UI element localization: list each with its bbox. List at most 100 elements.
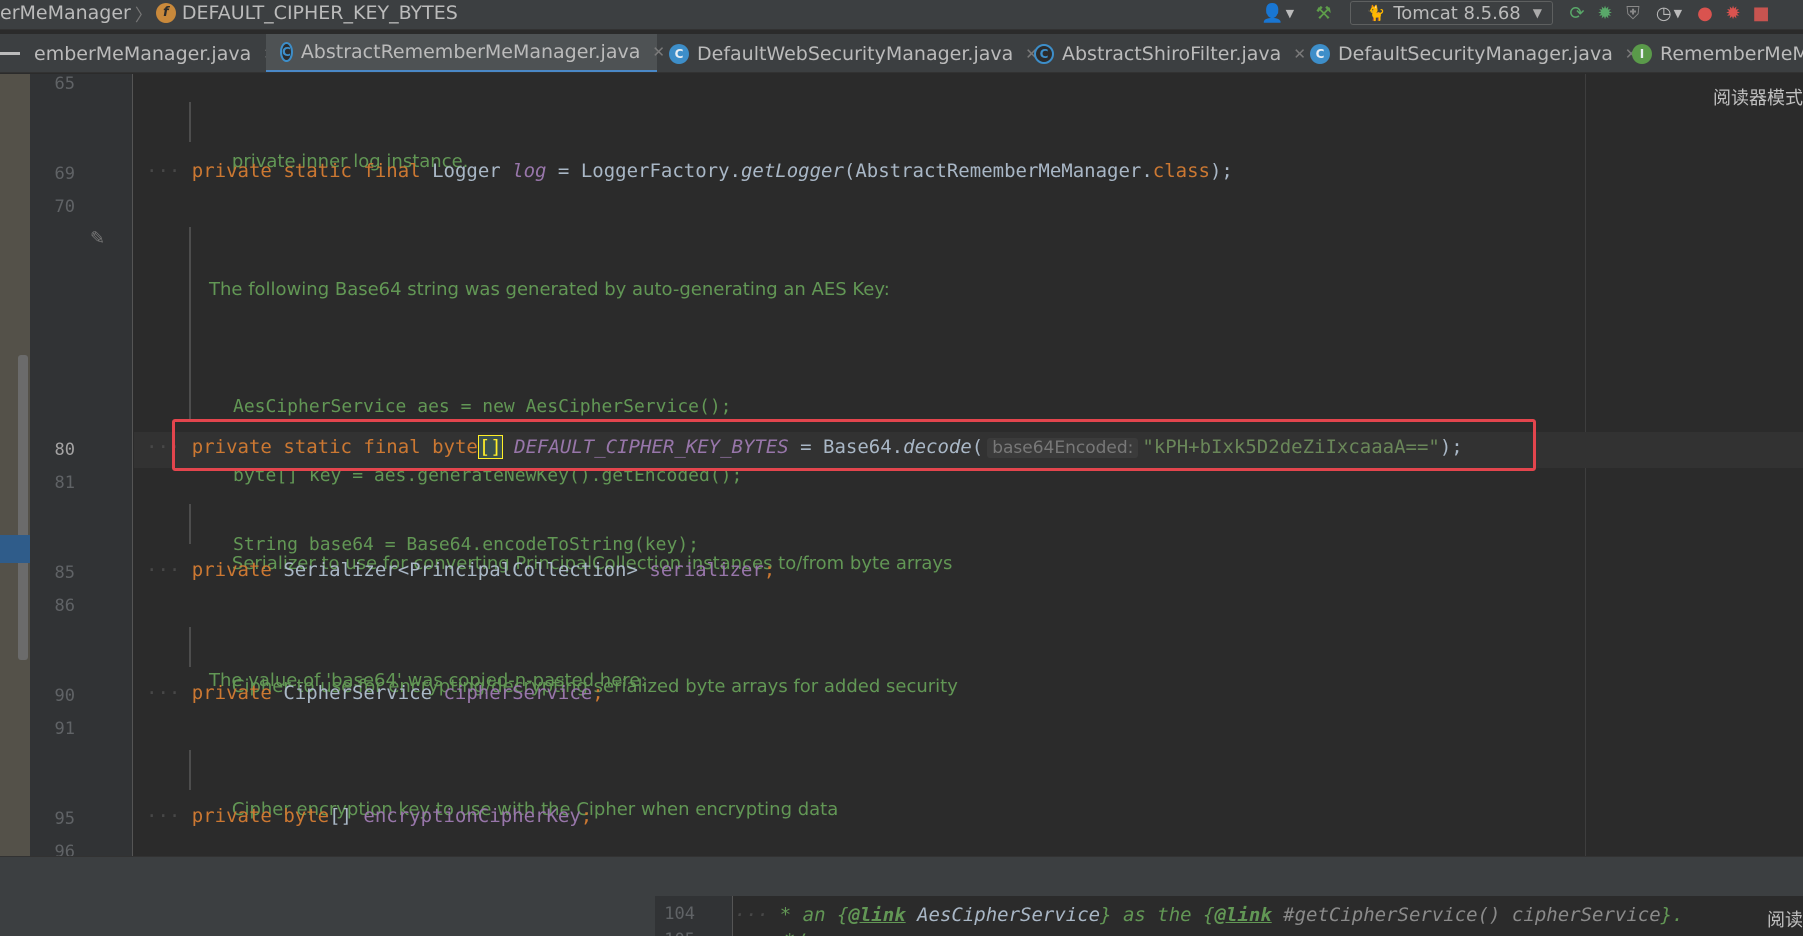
punctuation: [] — [329, 805, 352, 827]
breadcrumb: erMeManager 〉 f DEFAULT_CIPHER_KEY_BYTES — [0, 0, 458, 26]
edit-doc-icon[interactable]: ✎ — [90, 228, 105, 249]
code-line: ··· * an {@link AesCipherService} as the… — [734, 904, 1684, 926]
method-call: getLogger — [740, 160, 844, 182]
tab-default-security-manager[interactable]: C DefaultSecurityManager.java ✕ — [1296, 34, 1637, 72]
javadoc-tag: @link — [1214, 904, 1272, 926]
field-name: serializer — [649, 559, 764, 581]
code-line[interactable]: ··· private byte[] encryptionCipherKey; — [146, 805, 592, 827]
active-marker — [0, 535, 30, 563]
javadoc-ref: #getCipherService() cipherService — [1283, 904, 1661, 926]
keyword: byte — [283, 805, 330, 827]
bottom-panel-left — [0, 896, 655, 936]
line-number: 85 — [54, 563, 75, 583]
line-number: 65 — [54, 74, 75, 94]
keyword: final — [363, 160, 421, 182]
punctuation: ; — [580, 805, 593, 827]
punctuation: ; — [763, 559, 776, 581]
keyword: class — [1152, 160, 1210, 182]
type-name: Logger — [432, 160, 501, 182]
tab-label: DefaultWebSecurityManager.java — [697, 42, 1014, 65]
doc-text: * an { — [779, 904, 849, 926]
rerun-icon[interactable]: ⟳ — [1563, 0, 1591, 26]
code-editor[interactable]: 阅读器模式 private inner log instance. ··· pr… — [134, 74, 1803, 856]
line-number: 69 — [54, 164, 75, 184]
line-number: 86 — [54, 596, 75, 616]
class-icon: C — [1310, 43, 1330, 64]
tab-abstract-remember-me-manager[interactable]: C AbstractRememberMeManager.java ✕ — [266, 34, 665, 72]
abstract-class-icon: C — [280, 42, 293, 62]
line-number: 90 — [54, 686, 75, 706]
breadcrumb-field[interactable]: DEFAULT_CIPHER_KEY_BYTES — [182, 2, 458, 24]
tab-label: DefaultSecurityManager.java — [1338, 42, 1613, 65]
debug-icon[interactable]: ✹ — [1591, 0, 1619, 26]
keyword: private — [191, 682, 272, 704]
tab-remember-me-manager-interface[interactable]: I RememberMeM — [1618, 34, 1803, 72]
operator: = — [546, 160, 581, 182]
stop-icon[interactable]: ■ — [1747, 0, 1775, 26]
abstract-class-icon: C — [1034, 43, 1054, 64]
doc-comment: Cipher encryption key to use with the Ci… — [189, 750, 838, 820]
javadoc-tag: @link — [848, 904, 906, 926]
field-icon: f — [155, 3, 176, 23]
field-name: cipherService — [443, 682, 593, 704]
reader-mode-toggle[interactable]: 阅读 — [1767, 906, 1803, 932]
doc-code-line: AesCipherService aes = new AesCipherServ… — [233, 396, 732, 417]
doc-comment: The following Base64 string was generate… — [189, 227, 890, 691]
tab-label: AbstractRememberMeManager.java — [300, 41, 641, 63]
tab-abstract-shiro-filter[interactable]: C AbstractShiroFilter.java ✕ — [1020, 34, 1306, 72]
tab-remember-me-manager-partial[interactable]: emberMeManager.java ✕ — [20, 34, 276, 72]
class-ref: LoggerFactory. — [580, 160, 741, 182]
keyword: private — [191, 805, 272, 827]
doc-comment: Serializer to use for converting Princip… — [189, 504, 952, 574]
line-number: 80 — [54, 440, 75, 460]
javadoc-ref: AesCipherService — [917, 904, 1101, 926]
editor-tab-bar: emberMeManager.java ✕ C AbstractRemember… — [0, 34, 1803, 73]
code-line[interactable]: ··· private static final Logger log = Lo… — [146, 160, 1233, 182]
red-annotation-box — [172, 419, 1536, 471]
attach-icon[interactable]: ● — [1691, 0, 1719, 26]
navigation-bar: erMeManager 〉 f DEFAULT_CIPHER_KEY_BYTES… — [0, 0, 1803, 30]
run-configuration-label: Tomcat 8.5.68 — [1393, 2, 1521, 24]
minimize-icon[interactable] — [0, 52, 20, 55]
line-number-gutter: 65 69 70 ✎ 80 81 85 86 90 91 95 96 — [30, 74, 133, 862]
structure-scrollbar[interactable] — [18, 355, 28, 660]
code-line[interactable]: ··· private CipherService cipherService; — [146, 682, 604, 704]
coverage-icon[interactable]: ⛨ — [1619, 0, 1647, 26]
class-icon: C — [669, 43, 689, 64]
keyword: private — [191, 160, 272, 182]
type-name: Serializer<PrincipalCollection> — [283, 559, 638, 581]
tab-label: AbstractShiroFilter.java — [1062, 42, 1282, 65]
bottom-line-gutter: 104 105 — [655, 896, 733, 936]
keyword: private — [191, 559, 272, 581]
reader-mode-toggle[interactable]: 阅读器模式 — [1713, 84, 1803, 110]
line-number: 95 — [54, 809, 75, 829]
tab-label: emberMeManager.java — [34, 42, 252, 65]
debug-attach-icon[interactable]: ✹ — [1719, 0, 1747, 26]
field-name: encryptionCipherKey — [363, 805, 581, 827]
user-icon[interactable]: 👤 ▼ — [1256, 0, 1300, 26]
main-toolbar: 👤 ▼ ⚒ 🐈 Tomcat 8.5.68 ▼ ⟳ ✹ ⛨ ◷ ▼ ● ✹ ■ — [1256, 0, 1803, 26]
bottom-tool-bar — [0, 856, 1803, 896]
breadcrumb-separator: 〉 — [134, 5, 152, 26]
bottom-code-editor[interactable]: ··· * an {@link AesCipherService} as the… — [734, 896, 1803, 936]
code-line[interactable]: ··· private Serializer<PrincipalCollecti… — [146, 559, 775, 581]
chevron-down-icon: ▼ — [1532, 6, 1542, 20]
tab-default-web-security-manager[interactable]: C DefaultWebSecurityManager.java ✕ — [655, 34, 1038, 72]
doc-text: The following Base64 string was generate… — [209, 279, 890, 300]
line-number: 81 — [54, 473, 75, 493]
punctuation: ); — [1209, 160, 1233, 182]
profiler-icon[interactable]: ◷ ▼ — [1647, 0, 1691, 26]
breadcrumb-class[interactable]: erMeManager — [0, 2, 131, 24]
tab-label: RememberMeM — [1660, 42, 1803, 65]
punctuation: ; — [592, 682, 604, 704]
interface-icon: I — [1632, 43, 1652, 64]
run-configuration-selector[interactable]: 🐈 Tomcat 8.5.68 ▼ — [1349, 1, 1553, 25]
line-number: 105 — [655, 930, 695, 936]
argument: (AbstractRememberMeManager. — [843, 160, 1153, 182]
doc-comment: Cipher to use for encrypting/decrypting … — [189, 627, 958, 697]
hammer-icon[interactable]: ⚒ — [1310, 0, 1338, 26]
doc-comment: private inner log instance. — [189, 102, 468, 172]
field-name: log — [512, 160, 547, 182]
keyword: static — [283, 160, 352, 182]
type-name: CipherService — [283, 682, 433, 704]
